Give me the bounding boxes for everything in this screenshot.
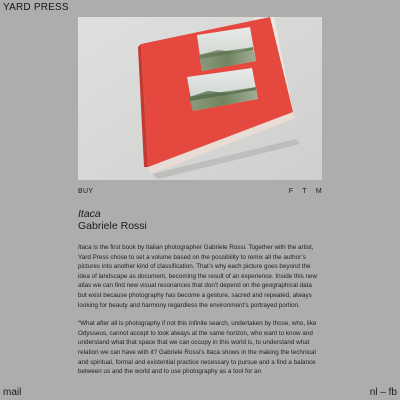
- book-title: Itaca: [78, 208, 101, 220]
- actions-bar: BUY F T M: [78, 187, 322, 199]
- buy-button[interactable]: BUY: [78, 188, 93, 195]
- description-paragraph-2: “What after all is photography if not th…: [78, 320, 317, 376]
- share-twitter-link[interactable]: T: [302, 188, 307, 195]
- book-author: Gabriele Rossi: [78, 220, 147, 232]
- description-paragraph-1: Itaca is the first book by Italian photo…: [78, 243, 322, 310]
- book-photo: [78, 17, 322, 180]
- facebook-link[interactable]: fb: [389, 387, 397, 398]
- page: YARD PRESS BUY F T M Itaca Gabriele Ross…: [0, 0, 400, 400]
- share-facebook-link[interactable]: F: [289, 188, 294, 195]
- footer-separator: –: [380, 387, 386, 398]
- mail-link[interactable]: mail: [3, 387, 21, 398]
- book-description: Itaca is the first book by Italian photo…: [78, 243, 322, 386]
- book-title-block: Itaca Gabriele Rossi: [78, 208, 147, 232]
- share-mail-link[interactable]: M: [316, 188, 322, 195]
- book-illustration: [78, 17, 322, 180]
- share-links: F T M: [289, 188, 322, 195]
- language-nl-link[interactable]: nl: [370, 387, 378, 398]
- brand-logo[interactable]: YARD PRESS: [3, 2, 69, 13]
- description-title: Itaca: [78, 244, 92, 251]
- footer-links: nl – fb: [370, 387, 397, 398]
- description-text-1: is the first book by Italian photographe…: [78, 244, 318, 309]
